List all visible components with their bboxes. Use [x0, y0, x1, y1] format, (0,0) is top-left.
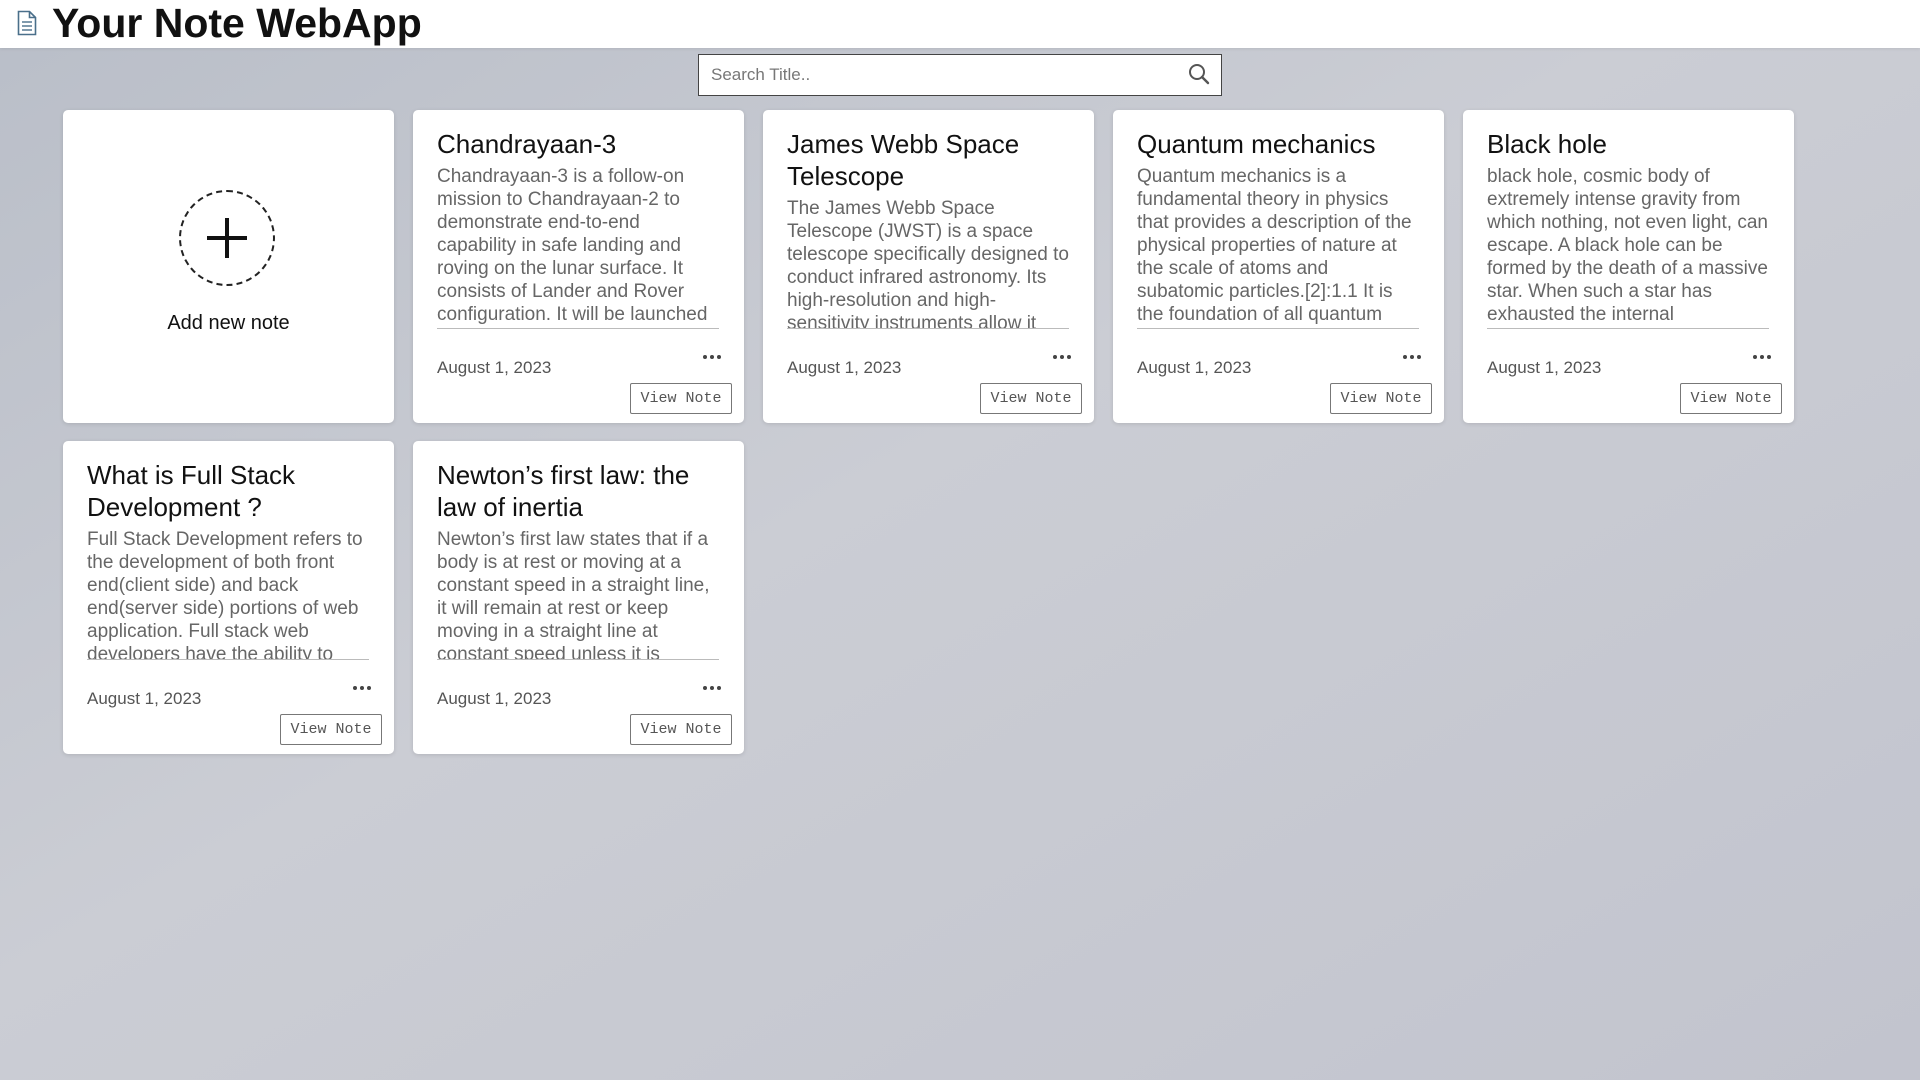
view-note-button[interactable]: View Note [1330, 383, 1432, 414]
search-input[interactable] [699, 55, 1169, 95]
note-card: James Webb Space Telescope The James Web… [763, 110, 1094, 423]
more-options-icon[interactable] [703, 681, 721, 695]
note-title: Chandrayaan-3 [437, 129, 617, 159]
note-body: Newton’s first law states that if a body… [437, 528, 719, 660]
note-body: The James Webb Space Telescope (JWST) is… [787, 198, 1069, 329]
note-card: Chandrayaan-3 Chandrayaan-3 is a follow-… [413, 110, 744, 423]
view-note-button[interactable]: View Note [630, 383, 732, 414]
view-note-button[interactable]: View Note [280, 714, 382, 745]
add-note-label: Add new note [167, 312, 290, 334]
note-date: August 1, 2023 [1137, 358, 1252, 377]
note-date: August 1, 2023 [437, 689, 552, 708]
more-options-icon[interactable] [1053, 350, 1071, 364]
search-icon[interactable] [1187, 62, 1211, 86]
note-body: Full Stack Development refers to the dev… [87, 528, 369, 660]
view-note-button[interactable]: View Note [1680, 383, 1782, 414]
plus-circle-icon[interactable] [179, 190, 275, 286]
add-note-card[interactable]: Add new note [63, 110, 394, 423]
note-date: August 1, 2023 [87, 689, 202, 708]
more-options-icon[interactable] [703, 350, 721, 364]
more-options-icon[interactable] [1403, 350, 1421, 364]
more-options-icon[interactable] [353, 681, 371, 695]
note-body: black hole, cosmic body of extremely int… [1487, 165, 1769, 329]
note-card: What is Full Stack Development ? Full St… [63, 441, 394, 754]
view-note-button[interactable]: View Note [980, 383, 1082, 414]
note-body: Chandrayaan-3 is a follow-on mission to … [437, 165, 719, 329]
note-title: What is Full Stack Development ? [87, 460, 296, 522]
note-title: Quantum mechanics [1137, 129, 1376, 159]
more-options-icon[interactable] [1753, 350, 1771, 364]
app-title: Your Note WebApp [52, 0, 422, 46]
app-header: Your Note WebApp [0, 0, 1920, 48]
note-card: Quantum mechanics Quantum mechanics is a… [1113, 110, 1444, 423]
note-card: Black hole black hole, cosmic body of ex… [1463, 110, 1794, 423]
view-note-button[interactable]: View Note [630, 714, 732, 745]
note-date: August 1, 2023 [437, 358, 552, 377]
note-card: Newton’s first law: the law of inertia N… [413, 441, 744, 754]
search-box [698, 54, 1222, 96]
document-icon [17, 10, 37, 36]
note-title: Newton’s first law: the law of inertia [437, 460, 690, 522]
note-body: Quantum mechanics is a fundamental theor… [1137, 165, 1419, 329]
note-title: James Webb Space Telescope [787, 129, 1020, 191]
note-date: August 1, 2023 [787, 358, 902, 377]
note-title: Black hole [1487, 129, 1607, 159]
note-date: August 1, 2023 [1487, 358, 1602, 377]
